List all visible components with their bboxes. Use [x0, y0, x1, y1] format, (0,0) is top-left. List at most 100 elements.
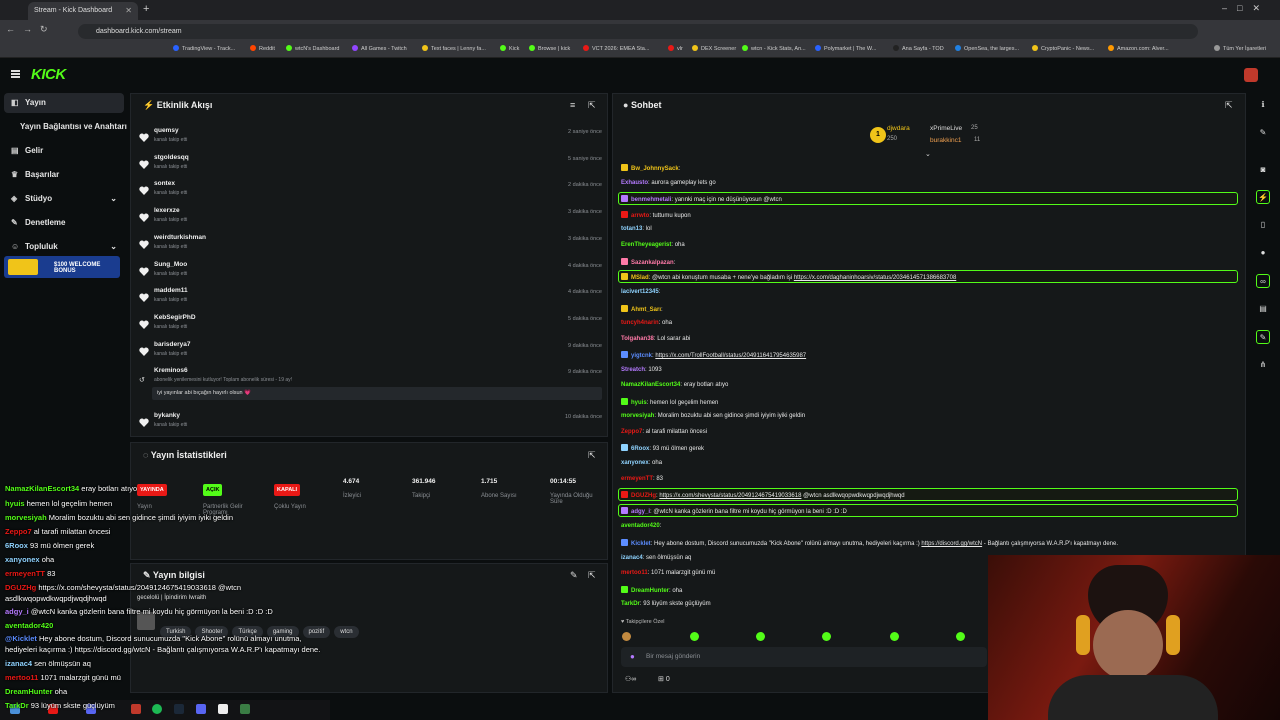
chat-username[interactable]: 6Roox	[631, 446, 649, 452]
expand-icon[interactable]: ⌄	[925, 150, 931, 158]
popout-icon[interactable]: ⇱	[1225, 100, 1233, 111]
app-icon[interactable]	[131, 704, 141, 714]
sidebar-item-denetleme[interactable]: ✎ Denetleme	[11, 218, 65, 227]
bookmark-item[interactable]: Text faces | Lenny fa...	[422, 45, 486, 52]
bookmark-item[interactable]: Browse | kick	[529, 45, 570, 52]
chat-link[interactable]: https://x.com/shevysta/status/2049124675…	[659, 493, 801, 499]
menu-icon[interactable]	[11, 70, 20, 78]
bookmark-item[interactable]: vlr	[668, 45, 683, 52]
bookmark-item[interactable]: Tüm Yer İşaretleri	[1214, 45, 1266, 52]
bookmark-item[interactable]: Ana Sayfa - TOD	[893, 45, 944, 52]
bookmark-item[interactable]: wtcn - Kick Stats, An...	[742, 45, 806, 52]
chat-username[interactable]: ErenTheyeagerist	[621, 242, 671, 248]
sidebar-item-stream-key[interactable]: Yayın Bağlantısı ve Anahtarı	[20, 122, 127, 131]
activity-name[interactable]: quemsy	[154, 127, 179, 134]
chat-username[interactable]: aventador420	[621, 523, 660, 529]
nav-buttons[interactable]: ←→↻	[6, 24, 56, 35]
bookmark-item[interactable]: Kick	[500, 45, 519, 52]
bookmark-item[interactable]: Reddit	[250, 45, 275, 52]
steam-icon[interactable]	[174, 704, 184, 714]
chat-username[interactable]: izanac4	[621, 555, 643, 561]
camera-icon[interactable]: ◙	[1256, 163, 1270, 177]
bookmark-item[interactable]: DEX Screener	[692, 45, 736, 52]
emote-icon[interactable]	[822, 632, 831, 641]
activity-name[interactable]: Sung_Moo	[154, 261, 187, 268]
activity-name[interactable]: stgoldesqq	[154, 154, 189, 161]
emote-icon[interactable]	[890, 632, 899, 641]
chat-username[interactable]: xanyonex	[621, 460, 649, 466]
chat-username[interactable]: Sazankalpazan	[631, 260, 674, 266]
bookmark-item[interactable]: VCT 2026: EMEA Sta...	[583, 45, 649, 52]
sidebar-item-studyo[interactable]: ◈ Stüdyo ⌄	[11, 194, 121, 203]
chat-link[interactable]: https://x.com/TrollFootball/status/20491…	[655, 353, 806, 359]
activity-name[interactable]: sontex	[154, 180, 175, 187]
app-icon[interactable]	[240, 704, 250, 714]
activity-name[interactable]: barisderya7	[154, 341, 191, 348]
close-tab-icon[interactable]: ✕	[125, 6, 132, 15]
chat-username[interactable]: adgy_i	[631, 509, 650, 515]
kick-logo[interactable]: KICK	[31, 66, 66, 83]
url-input[interactable]: dashboard.kick.com/stream	[78, 24, 1198, 39]
chat-input[interactable]: ● Bir mesaj gönderin	[621, 647, 987, 667]
chat-username[interactable]: DGUZHg	[631, 493, 656, 499]
bookmark-item[interactable]: Polymarket | The W...	[815, 45, 876, 52]
chat-username[interactable]: TarkDr	[621, 601, 640, 607]
emote-icon[interactable]	[690, 632, 699, 641]
bookmark-item[interactable]: CryptoPanic - News...	[1032, 45, 1094, 52]
chat-username[interactable]: MSlad	[631, 275, 649, 281]
emote-icon[interactable]	[756, 632, 765, 641]
link-icon[interactable]: ∞	[1256, 274, 1270, 288]
tag[interactable]: wtcn	[334, 626, 359, 638]
chat-icon[interactable]: ●	[1256, 246, 1270, 260]
popout-icon[interactable]: ⇱	[588, 570, 596, 581]
chat-username[interactable]: morvesiyah	[621, 413, 654, 419]
chat-username[interactable]: lacivert12345	[621, 289, 659, 295]
bookmark-item[interactable]: TradingView - Track...	[173, 45, 235, 52]
activity-name[interactable]: lexerxze	[154, 207, 180, 214]
wrench-icon[interactable]: ✎	[1256, 330, 1270, 344]
discord-icon[interactable]	[196, 704, 206, 714]
avatar[interactable]	[1244, 68, 1258, 82]
edit-icon[interactable]: ✎	[1256, 126, 1270, 140]
sidebar-item-topluluk[interactable]: ☺ Topluluk ⌄	[11, 242, 121, 251]
activity-name[interactable]: weirdturkishman	[154, 234, 206, 241]
activity-name[interactable]: KebSegirPhD	[154, 314, 196, 321]
spotify-icon[interactable]	[152, 704, 162, 714]
chat-username[interactable]: Tolgahan38	[621, 336, 654, 342]
emote-icon[interactable]	[622, 632, 631, 641]
chat-username[interactable]: Ahmt_Sarı	[631, 307, 661, 313]
chat-username[interactable]: ermeyenTT	[621, 476, 653, 482]
activity-name[interactable]: bykanky	[154, 412, 180, 419]
chat-username[interactable]: Kicklet	[631, 541, 651, 547]
chat-link[interactable]: https://discord.gg/wtcN	[921, 541, 982, 547]
top-gifter-2[interactable]: xPrimeLive	[930, 125, 962, 132]
bookmark-item[interactable]: OpenSea, the larges...	[955, 45, 1019, 52]
chat-username[interactable]: tuncyh4narin	[621, 320, 659, 326]
points-icon[interactable]: ⚇∞	[625, 675, 636, 683]
chat-username[interactable]: benmehmetali	[631, 197, 671, 203]
activity-name[interactable]: maddem11	[154, 287, 188, 294]
sidebar-item-gelir[interactable]: ▤ Gelir	[11, 146, 43, 155]
chat-username[interactable]: mertoo11	[621, 570, 648, 576]
phone-icon[interactable]: ▯	[1256, 218, 1270, 232]
bookmark-item[interactable]: wtcN's Dashboard	[286, 45, 339, 52]
share-icon[interactable]: ⋔	[1256, 358, 1270, 372]
chat-username[interactable]: DreamHunter	[631, 588, 669, 594]
promo-banner[interactable]: $100 WELCOME BONUS	[4, 256, 120, 278]
chat-username[interactable]: yigtcnk	[631, 353, 652, 359]
layers-icon[interactable]: ▤	[1256, 302, 1270, 316]
chat-username[interactable]: Exhausto	[621, 180, 648, 186]
chat-username[interactable]: Bw_JohnnySack	[631, 166, 679, 172]
obs-icon[interactable]	[218, 704, 228, 714]
popout-icon[interactable]: ⇱	[588, 100, 596, 111]
browser-tab[interactable]: Stream - Kick Dashboard ✕	[28, 2, 138, 20]
top-gifter-3[interactable]: burakkinc1	[930, 137, 961, 144]
filter-icon[interactable]: ≡	[570, 100, 575, 110]
chat-username[interactable]: Zeppo7	[621, 429, 642, 435]
sidebar-item-basarilar[interactable]: ♛ Başarılar	[11, 170, 59, 179]
chat-username[interactable]: hyuis	[631, 400, 647, 406]
new-tab-icon[interactable]: +	[143, 3, 149, 15]
chat-username[interactable]: NamazKilanEscort34	[621, 382, 680, 388]
info-icon[interactable]: ℹ	[1256, 98, 1270, 112]
bookmark-item[interactable]: All Games - Twitch	[352, 45, 407, 52]
